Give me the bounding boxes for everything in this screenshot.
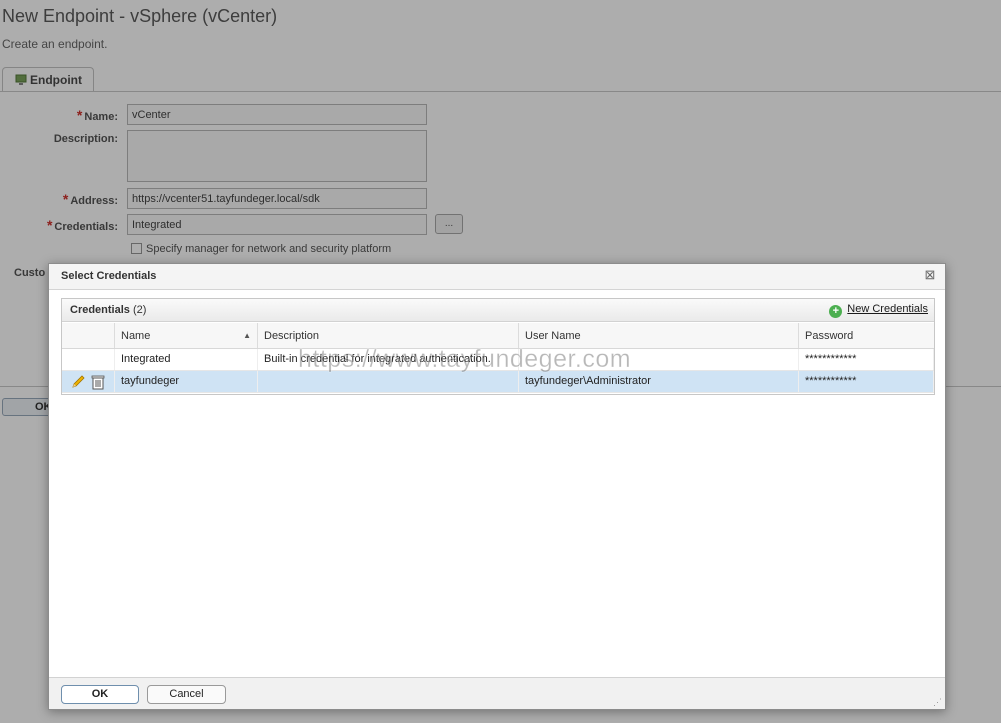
- dialog-header: Select Credentials ⊠: [49, 264, 945, 290]
- column-header-password[interactable]: Password: [799, 323, 934, 348]
- pencil-icon[interactable]: [71, 375, 87, 392]
- cell-password: ************: [799, 371, 934, 392]
- panel-header: Credentials (2) + New Credentials: [62, 299, 934, 322]
- row-actions: [62, 371, 115, 392]
- dialog-footer: OK Cancel ⋰: [49, 677, 945, 709]
- cell-name: tayfundeger: [115, 371, 258, 392]
- select-credentials-dialog: Select Credentials ⊠ Credentials (2) + Ne…: [48, 263, 946, 710]
- close-icon[interactable]: ⊠: [923, 268, 937, 282]
- cell-name: Integrated: [115, 349, 258, 370]
- sort-ascending-icon: ▲: [243, 331, 251, 340]
- cell-password: ************: [799, 349, 934, 370]
- row-actions: [62, 349, 115, 370]
- resize-grip-icon[interactable]: ⋰: [933, 697, 943, 707]
- cancel-button[interactable]: Cancel: [147, 685, 226, 704]
- ok-button[interactable]: OK: [61, 685, 139, 704]
- column-header-name[interactable]: Name ▲: [115, 323, 258, 348]
- watermark-text: https://www.tayfundeger.com: [298, 345, 632, 374]
- column-actions: [62, 323, 115, 348]
- credential-count: (2): [132, 304, 147, 316]
- plus-circle-icon: +: [829, 305, 843, 318]
- table-row[interactable]: tayfundeger tayfundeger\Administrator **…: [62, 371, 934, 393]
- panel-title: Credentials (2): [70, 304, 147, 316]
- cell-description: [258, 371, 519, 392]
- dialog-title: Select Credentials: [61, 270, 157, 282]
- trash-icon[interactable]: [91, 374, 105, 393]
- new-credentials-link[interactable]: + New Credentials: [829, 303, 928, 318]
- cell-user-name: tayfundeger\Administrator: [519, 371, 799, 392]
